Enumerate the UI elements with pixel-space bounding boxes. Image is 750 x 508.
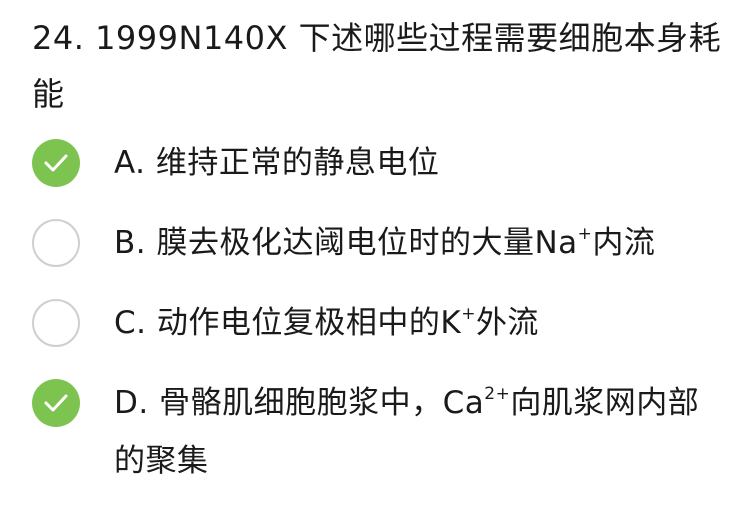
question-number: 24. bbox=[32, 19, 85, 57]
option-c-label: C. bbox=[114, 305, 147, 341]
option-c-content-before: 动作电位复极相中的K bbox=[156, 305, 462, 341]
option-d-superscript: 2+ bbox=[484, 384, 511, 404]
option-c-text: C. 动作电位复极相中的K+外流 bbox=[114, 294, 714, 352]
option-d-content-before: 骨骼肌细胞胞浆中，Ca bbox=[159, 385, 485, 421]
empty-circle-icon[interactable] bbox=[32, 299, 80, 347]
question-text: 1999N140X 下述哪些过程需要细胞本身耗能 bbox=[32, 19, 722, 113]
option-b[interactable]: B. 膜去极化达阈电位时的大量Na+内流 bbox=[32, 214, 722, 272]
option-c-content-after: 外流 bbox=[475, 305, 539, 341]
option-d-label: D. bbox=[114, 385, 149, 421]
option-d[interactable]: D. 骨骼肌细胞胞浆中，Ca2+向肌浆网内部的聚集 bbox=[32, 374, 722, 490]
check-icon[interactable] bbox=[32, 379, 80, 427]
option-c-superscript: + bbox=[461, 304, 476, 324]
option-a-content: 维持正常的静息电位 bbox=[155, 145, 440, 181]
option-a-label: A. bbox=[114, 145, 146, 181]
option-b-label: B. bbox=[114, 225, 147, 261]
question-stem: 24. 1999N140X 下述哪些过程需要细胞本身耗能 bbox=[32, 10, 722, 122]
empty-circle-icon[interactable] bbox=[32, 219, 80, 267]
option-a-text: A. 维持正常的静息电位 bbox=[114, 134, 714, 192]
option-b-superscript: + bbox=[577, 224, 593, 244]
option-a[interactable]: A. 维持正常的静息电位 bbox=[32, 134, 722, 192]
option-b-content-after: 内流 bbox=[592, 225, 656, 261]
option-c[interactable]: C. 动作电位复极相中的K+外流 bbox=[32, 294, 722, 352]
option-b-text: B. 膜去极化达阈电位时的大量Na+内流 bbox=[114, 214, 714, 272]
check-icon[interactable] bbox=[32, 139, 80, 187]
option-d-text: D. 骨骼肌细胞胞浆中，Ca2+向肌浆网内部的聚集 bbox=[114, 374, 714, 490]
option-b-content-before: 膜去极化达阈电位时的大量Na bbox=[156, 225, 578, 261]
